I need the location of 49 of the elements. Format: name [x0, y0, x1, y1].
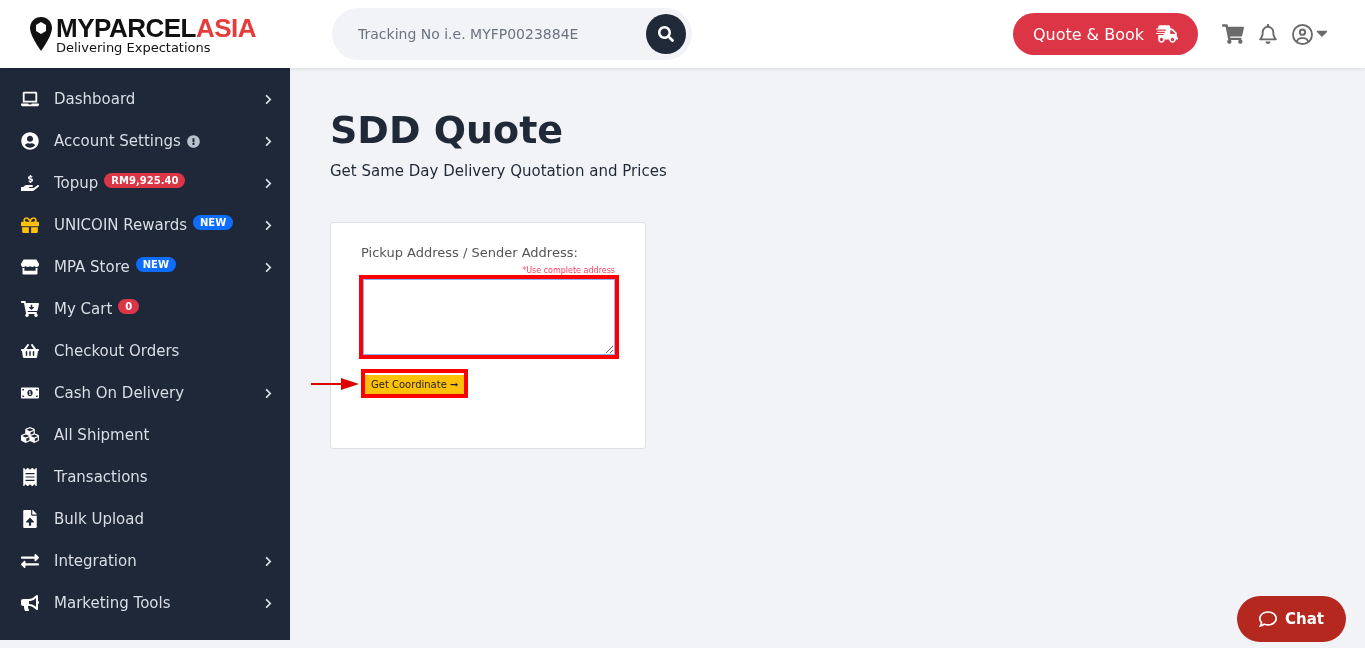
sidebar-item[interactable]: All Shipment: [0, 414, 290, 456]
count-badge: 0: [118, 298, 140, 314]
chat-button[interactable]: Chat: [1237, 596, 1346, 642]
field-label: Pickup Address / Sender Address:: [361, 245, 579, 260]
cart-icon[interactable]: [1222, 23, 1244, 45]
laptop-icon: [20, 90, 40, 108]
page-title: SDD Quote: [330, 108, 565, 152]
sidebar-item[interactable]: Cash On Delivery: [0, 372, 290, 414]
search-bar[interactable]: Tracking No i.e. MYFP0023884E: [332, 8, 692, 60]
count-badge: NEW: [135, 256, 176, 272]
sidebar-item[interactable]: Bulk Upload: [0, 498, 290, 540]
count-badge: NEW: [193, 214, 234, 230]
sidebar-item[interactable]: My Cart 0: [0, 288, 290, 330]
sidebar-item[interactable]: Topup RM9,925.40: [0, 162, 290, 204]
logo-pin-icon: [30, 17, 52, 51]
arrows-icon: [20, 552, 40, 570]
search-icon: [658, 26, 674, 42]
file-upload-icon: [20, 510, 40, 528]
tracking-search-field[interactable]: Tracking No i.e. MYFP0023884E: [356, 25, 646, 43]
boxes-icon: [20, 426, 40, 444]
brand-logo: MYPARCELASIA: [56, 14, 257, 41]
gift-icon: [20, 216, 40, 234]
count-badge: RM9,925.40: [104, 172, 186, 188]
search-button[interactable]: [646, 14, 686, 54]
logo-tagline: Delivering Expectations: [56, 40, 212, 54]
sidebar-item[interactable]: Checkout Orders: [0, 330, 290, 372]
bell-icon[interactable]: [1258, 24, 1278, 44]
sidebar-item[interactable]: Dashboard: [0, 78, 290, 120]
field-hint: *Use complete address: [521, 266, 616, 275]
receipt-icon: [20, 468, 40, 486]
pointer-arrow-drawing: [311, 376, 359, 391]
cart-icon: [20, 300, 40, 318]
sidebar-item[interactable]: Marketing Tools: [0, 582, 290, 624]
truck-icon: [1156, 23, 1178, 45]
chat-bubble-icon: [1259, 610, 1277, 628]
info-icon: [186, 134, 200, 148]
page-subtitle: Get Same Day Delivery Quotation and Prices: [330, 162, 668, 180]
get-coordinate-button[interactable]: Get Coordinate ➞: [365, 375, 465, 394]
sidebar-item[interactable]: Transactions: [0, 456, 290, 498]
user-icon: [20, 132, 40, 150]
megaphone-icon: [20, 594, 40, 612]
sidebar-item[interactable]: MPA Store NEW: [0, 246, 290, 288]
store-icon: [20, 258, 40, 276]
sidebar-item[interactable]: UNICOIN Rewards NEW: [0, 204, 290, 246]
hand-coin-icon: [20, 174, 40, 192]
quote-book-button[interactable]: Quote & Book: [1012, 13, 1198, 55]
basket-icon: [20, 342, 40, 360]
sidebar-item[interactable]: Account Settings: [0, 120, 290, 162]
sidebar-item[interactable]: Integration: [0, 540, 290, 582]
